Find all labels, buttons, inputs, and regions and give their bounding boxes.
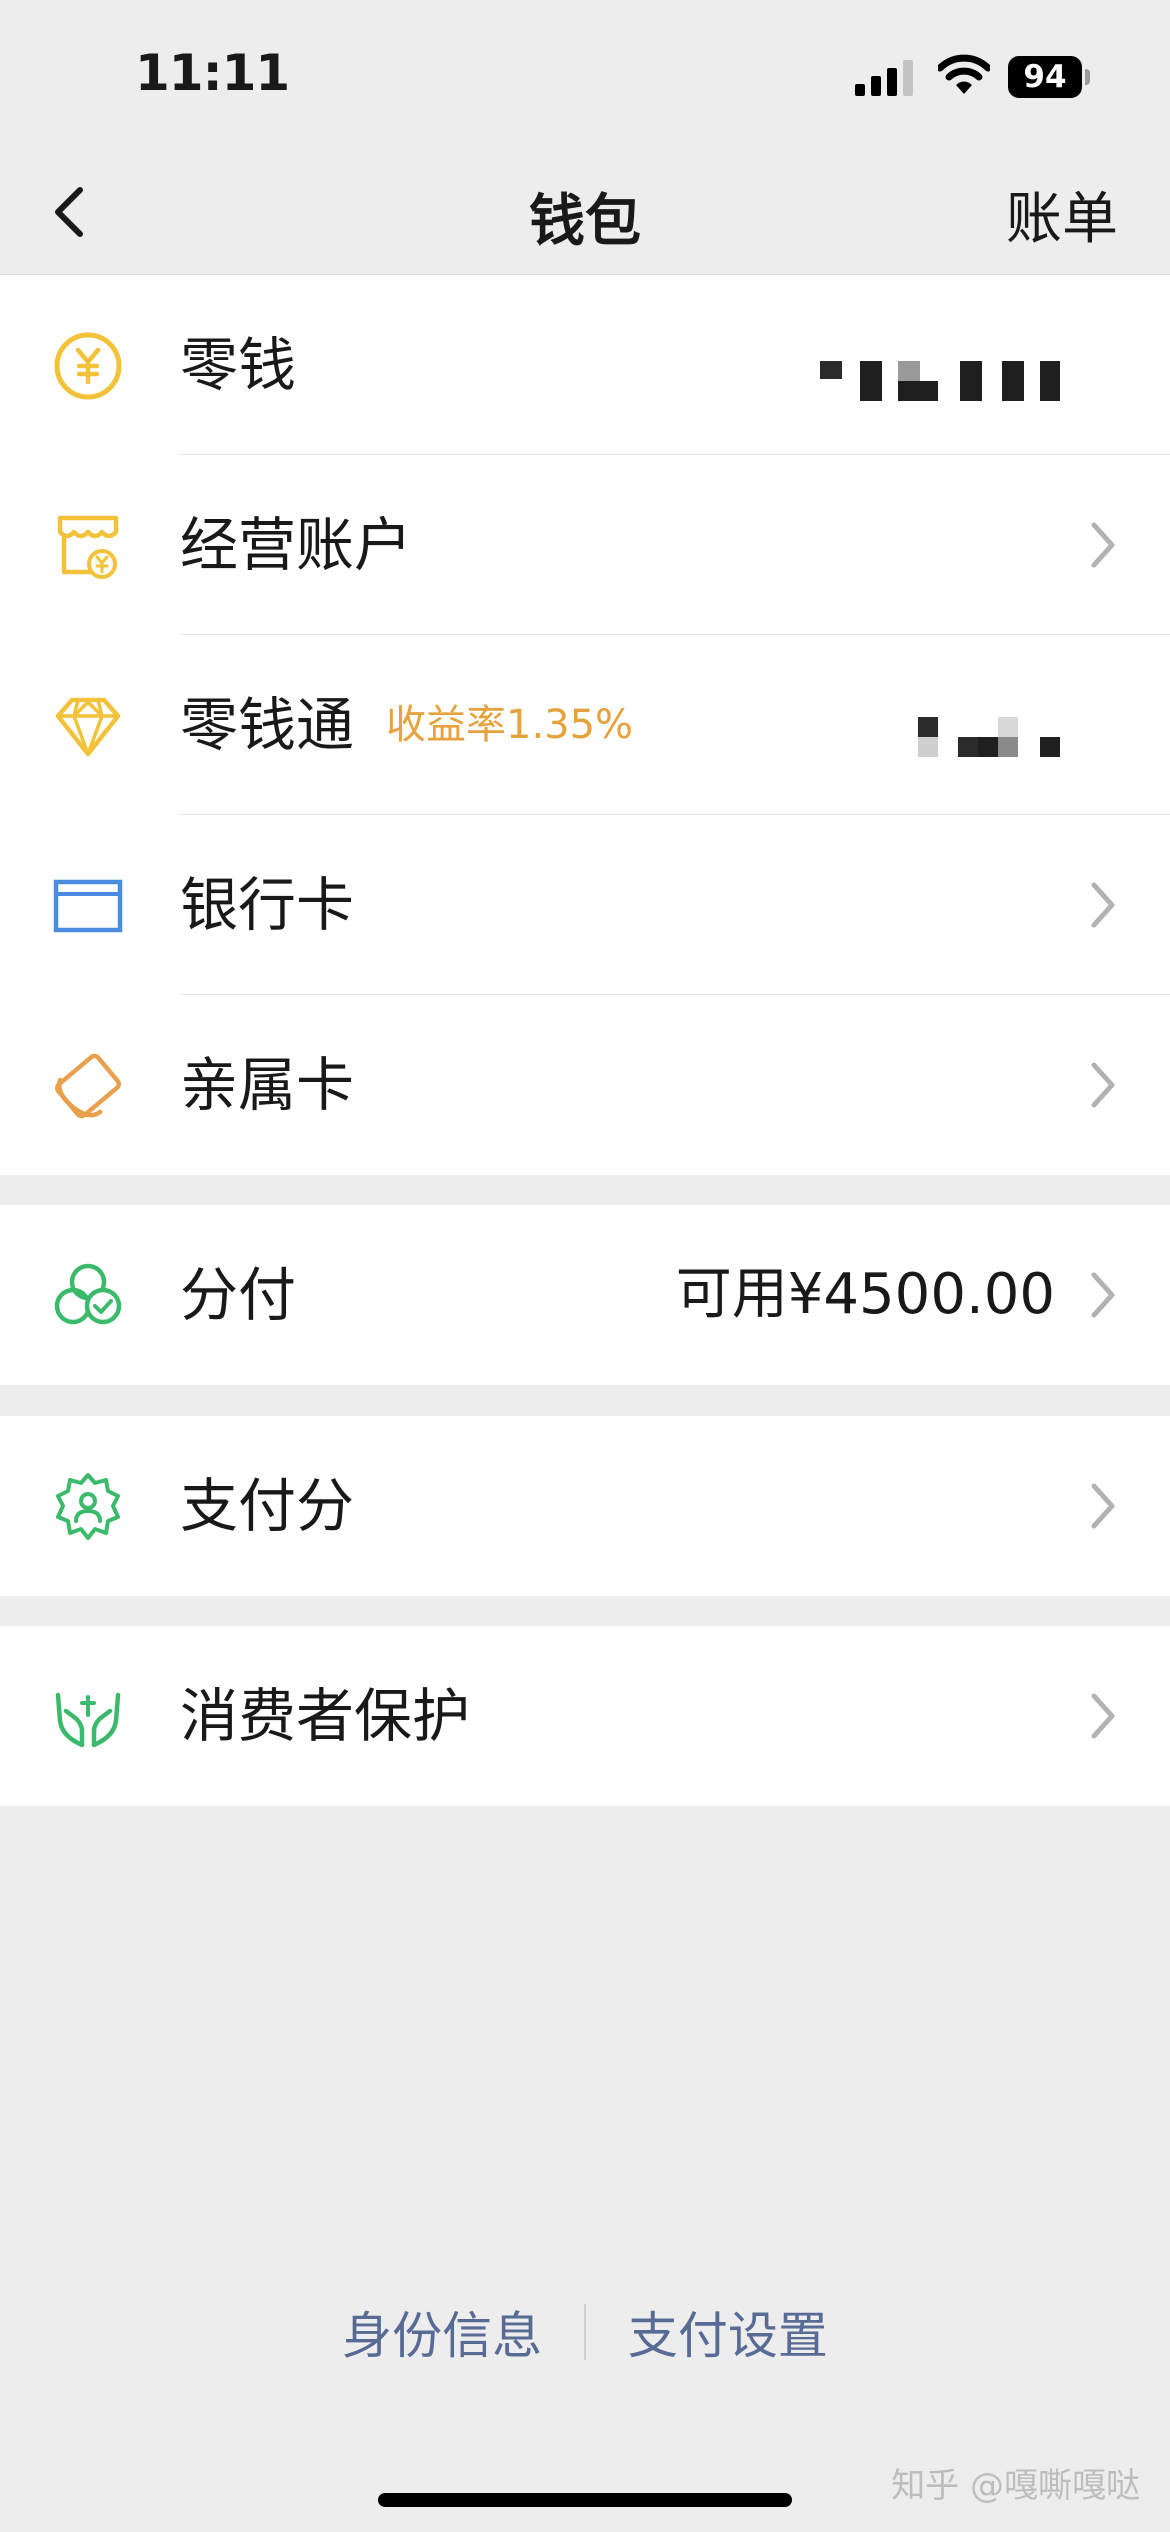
wifi-icon	[938, 54, 990, 94]
chevron-right-icon	[1088, 1269, 1118, 1321]
footer-divider	[584, 2304, 586, 2360]
chevron-right-icon	[1088, 879, 1118, 931]
fenfu-icon	[52, 1260, 124, 1332]
consumer-protection-group: 消费者保护	[0, 1626, 1170, 1806]
page-title: 钱包	[529, 189, 641, 254]
masked-balance	[820, 361, 1060, 401]
row-label: 亲属卡	[180, 1051, 355, 1119]
fenfu-available-amount: 可用¥4500.00	[675, 1262, 1055, 1327]
chevron-right-icon	[1088, 519, 1118, 571]
payment-score-icon	[52, 1471, 124, 1543]
row-bank-card[interactable]: 银行卡	[0, 815, 1170, 995]
row-label: 支付分	[180, 1472, 355, 1540]
row-family-card[interactable]: 亲属卡	[0, 995, 1170, 1175]
diamond-icon	[52, 690, 124, 762]
row-label: 分付	[180, 1261, 297, 1329]
row-label: 零钱通	[180, 691, 355, 759]
yuan-coin-icon	[52, 330, 124, 402]
status-time: 11:11	[135, 44, 290, 102]
watermark: 知乎 @嘎嘶嘎哒	[891, 2466, 1140, 2506]
cellular-signal-icon	[855, 60, 913, 96]
row-label: 消费者保护	[180, 1682, 471, 1750]
fenfu-group: 分付 可用¥4500.00	[0, 1205, 1170, 1385]
row-label: 经营账户	[180, 511, 413, 579]
row-payment-score[interactable]: 支付分	[0, 1416, 1170, 1596]
battery-level: 94	[1023, 59, 1067, 95]
row-lingqiantong[interactable]: 零钱通 收益率1.35%	[0, 635, 1170, 815]
row-label: 银行卡	[180, 871, 355, 939]
bank-card-icon	[52, 870, 124, 942]
yield-rate-badge: 收益率1.35%	[386, 702, 634, 748]
shop-icon	[52, 510, 124, 582]
masked-balance	[918, 717, 1060, 757]
row-change[interactable]: 零钱	[0, 275, 1170, 455]
identity-info-link[interactable]: 身份信息	[342, 2296, 542, 2368]
chevron-right-icon	[1088, 1480, 1118, 1532]
family-card-icon	[52, 1050, 124, 1122]
row-label: 零钱	[180, 331, 297, 399]
status-bar: 11:11 94	[0, 0, 1170, 150]
chevron-right-icon	[1088, 1690, 1118, 1742]
payment-score-group: 支付分	[0, 1416, 1170, 1596]
footer-links: 身份信息 支付设置	[0, 2296, 1170, 2366]
home-indicator[interactable]	[378, 2493, 792, 2507]
row-consumer-protection[interactable]: 消费者保护	[0, 1626, 1170, 1806]
chevron-right-icon	[1088, 1059, 1118, 1111]
battery-icon: 94	[1008, 56, 1090, 98]
row-business-account[interactable]: 经营账户	[0, 455, 1170, 635]
bills-button[interactable]: 账单	[1006, 174, 1118, 255]
consumer-protection-icon	[52, 1681, 124, 1753]
payment-settings-link[interactable]: 支付设置	[628, 2296, 828, 2368]
wallet-main-group: 零钱 经营账户 零钱通 收益率1.35% 银行卡 亲属卡	[0, 275, 1170, 1175]
nav-bar: 钱包 账单	[0, 150, 1170, 275]
row-fenfu[interactable]: 分付 可用¥4500.00	[0, 1205, 1170, 1385]
